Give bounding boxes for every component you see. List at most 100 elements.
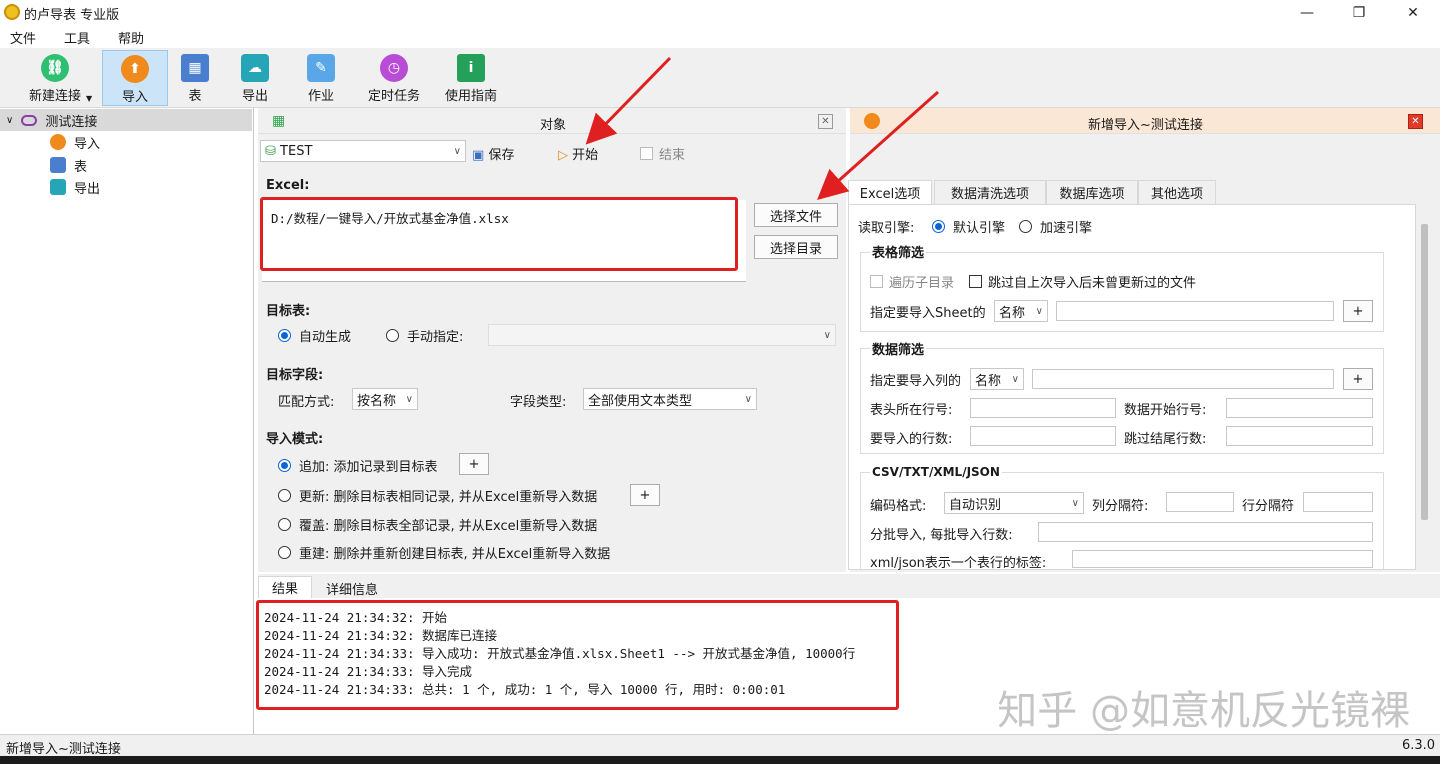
field-type-select[interactable]: 全部使用文本类型 ∨ [583, 388, 757, 410]
traverse-subdir-checkbox[interactable]: 遍历子目录 [870, 272, 954, 291]
mode-append-radio[interactable]: 追加: 添加记录到目标表 [278, 456, 438, 475]
match-mode-label: 匹配方式: [278, 395, 335, 410]
data-start-input[interactable] [1226, 398, 1373, 418]
database-select[interactable]: ⛁ TEST ∨ [260, 140, 466, 162]
chevron-down-icon: ∨ [744, 393, 752, 405]
mode-rebuild-radio[interactable]: 重建: 删除并重新创建目标表, 并从Excel重新导入数据 [278, 543, 610, 562]
options-scrollbar[interactable] [1418, 204, 1430, 570]
match-mode-select[interactable]: 按名称 ∨ [352, 388, 418, 410]
data-start-label: 数据开始行号: [1124, 403, 1207, 418]
guide-icon: i [457, 54, 485, 82]
tree-item-connection[interactable]: ∨ 测试连接 [0, 109, 252, 131]
close-panel-icon[interactable]: ✕ [1408, 114, 1423, 129]
tree-item-import[interactable]: 导入 [50, 131, 100, 153]
import-icon: ⬆ [121, 55, 149, 83]
menu-file[interactable]: 文件 [10, 26, 36, 48]
col-sep-input[interactable] [1166, 492, 1234, 512]
app-logo-icon [4, 4, 20, 20]
job-button[interactable]: ✎ 作业 [294, 50, 348, 106]
scrollbar-thumb[interactable] [1421, 224, 1428, 520]
tab-database-options[interactable]: 数据库选项 [1046, 180, 1138, 204]
scheduled-task-button[interactable]: ◷ 定时任务 [360, 50, 428, 106]
mode-update-radio[interactable]: 更新: 删除目标表相同记录, 并从Excel重新导入数据 [278, 486, 597, 505]
batch-input[interactable] [1038, 522, 1373, 542]
xml-tag-input[interactable] [1072, 550, 1373, 568]
connection-tree: ∨ 测试连接 导入 表 导出 [0, 108, 254, 734]
chevron-down-icon: ∨ [1071, 497, 1079, 509]
maximize-button[interactable]: ❐ [1336, 0, 1382, 26]
menu-help[interactable]: 帮助 [118, 26, 144, 48]
rows-count-label: 要导入的行数: [870, 432, 953, 447]
table-icon [50, 157, 66, 173]
menu-tools[interactable]: 工具 [64, 26, 90, 48]
title-bar: 的卢导表 专业版 — ❐ ✕ [0, 0, 1440, 26]
annotation-arrows [585, 56, 939, 200]
import-mode-label: 导入模式: [266, 432, 324, 447]
user-guide-button[interactable]: i 使用指南 [438, 50, 504, 106]
import-icon [50, 134, 66, 150]
skip-unchanged-checkbox[interactable]: 跳过自上次导入后未曾更新过的文件 [969, 272, 1196, 291]
close-button[interactable]: ✕ [1390, 0, 1436, 26]
link-icon: ⛓ [41, 54, 69, 82]
mode-overwrite-radio[interactable]: 覆盖: 删除目标表全部记录, 并从Excel重新导入数据 [278, 515, 597, 534]
header-row-input[interactable] [970, 398, 1116, 418]
rows-count-input[interactable] [970, 426, 1116, 446]
cols-plus-button[interactable]: + [1343, 368, 1373, 390]
update-plus-button[interactable]: + [630, 484, 660, 506]
tab-result[interactable]: 结果 [258, 576, 312, 598]
window-title: 的卢导表 专业版 [24, 8, 120, 23]
timer-icon: ◷ [380, 54, 408, 82]
chevron-down-icon: ∨ [1035, 305, 1043, 317]
chevron-down-icon[interactable]: ∨ [6, 115, 13, 126]
save-icon: ▣ [472, 148, 485, 163]
engine-default-radio[interactable]: 默认引擎 [932, 217, 1005, 236]
tree-item-table[interactable]: 表 [50, 154, 87, 176]
import-options-title: 新增导入~测试连接 [1088, 118, 1203, 133]
row-sep-input[interactable] [1303, 492, 1373, 512]
manual-table-select[interactable]: ∨ [488, 324, 836, 346]
target-table-label: 目标表: [266, 304, 311, 319]
table-button[interactable]: ▦ 表 [170, 50, 220, 106]
save-button[interactable]: ▣ 保存 [472, 144, 514, 163]
sheet-name-select[interactable]: 名称 ∨ [994, 300, 1048, 322]
field-type-label: 字段类型: [510, 395, 567, 410]
auto-generate-radio[interactable]: 自动生成 [278, 326, 351, 345]
tab-details[interactable]: 详细信息 [314, 578, 390, 598]
choose-dir-button[interactable]: 选择目录 [754, 235, 838, 259]
append-plus-button[interactable]: + [459, 453, 489, 475]
play-icon: ▷ [558, 148, 568, 163]
grid-icon: ▦ [272, 113, 286, 129]
sheet-label: 指定要导入Sheet的 [870, 306, 986, 321]
watermark-text: 知乎 @如意机反光镜裸 [997, 688, 1410, 734]
manual-specify-radio[interactable]: 手动指定: [386, 326, 463, 345]
tree-item-export[interactable]: 导出 [50, 176, 100, 198]
cols-label: 指定要导入列的 [870, 374, 962, 389]
csv-group-title: CSV/TXT/XML/JSON [870, 465, 1002, 479]
taskbar-strip [0, 756, 1440, 764]
sheet-plus-button[interactable]: + [1343, 300, 1373, 322]
target-field-label: 目标字段: [266, 368, 324, 383]
new-connection-button[interactable]: ⛓ 新建连接 [14, 50, 96, 106]
choose-file-button[interactable]: 选择文件 [754, 203, 838, 227]
encoding-label: 编码格式: [870, 499, 927, 514]
tab-other-options[interactable]: 其他选项 [1138, 180, 1216, 204]
import-button[interactable]: ⬆ 导入 [102, 50, 168, 106]
export-button[interactable]: ☁ 导出 [228, 50, 282, 106]
database-icon: ⛁ [265, 143, 276, 159]
job-icon: ✎ [307, 54, 335, 82]
chevron-down-icon: ∨ [405, 393, 413, 405]
encoding-select[interactable]: 自动识别 ∨ [944, 492, 1084, 514]
chevron-down-icon: ∨ [453, 145, 461, 157]
result-tabs: 结果 详细信息 [258, 574, 1440, 598]
cols-name-select[interactable]: 名称 ∨ [970, 368, 1024, 390]
engine-fast-radio[interactable]: 加速引擎 [1019, 217, 1092, 236]
skip-tail-input[interactable] [1226, 426, 1373, 446]
data-filter-title: 数据筛选 [870, 339, 927, 358]
sheet-name-input[interactable] [1056, 301, 1334, 321]
minimize-button[interactable]: — [1284, 0, 1330, 26]
cols-name-input[interactable] [1032, 369, 1334, 389]
dropdown-arrow-icon[interactable]: ▼ [86, 94, 92, 103]
engine-label: 读取引擎: [858, 221, 915, 236]
row-sep-label: 行分隔符 [1242, 499, 1295, 514]
excel-path-highlight [260, 197, 738, 271]
